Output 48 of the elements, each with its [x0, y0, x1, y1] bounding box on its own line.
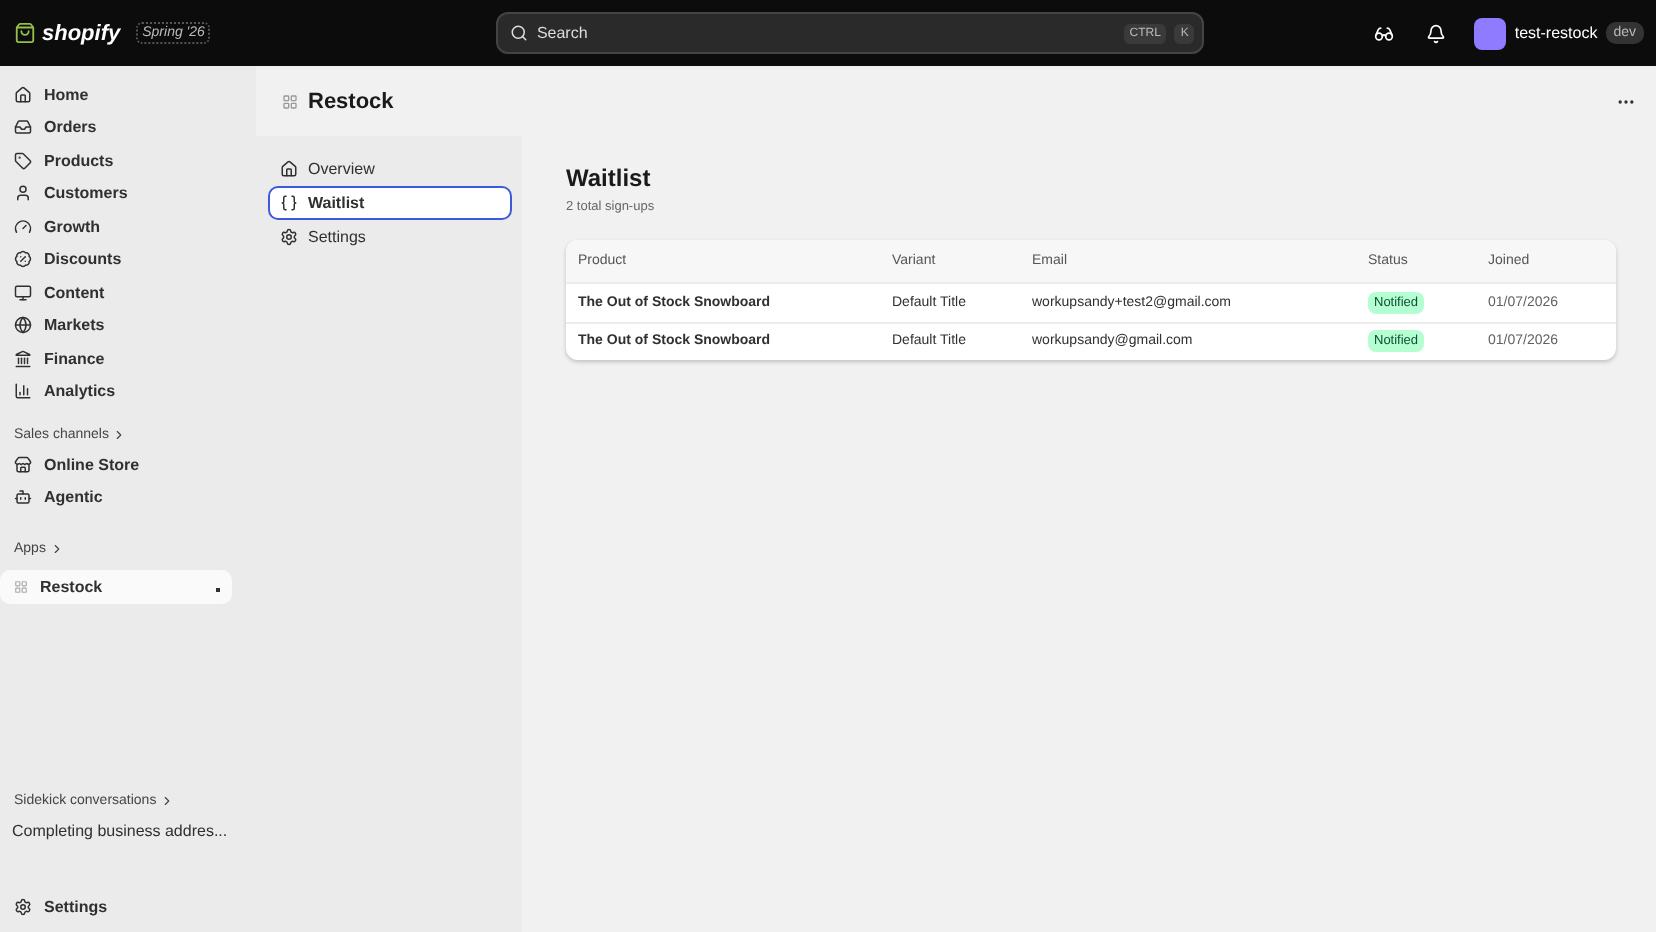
nav-item[interactable]: Discounts	[0, 243, 232, 276]
channel-icon	[14, 455, 32, 474]
nav-item[interactable]: Products	[0, 144, 232, 177]
subnav-item[interactable]: Waitlist	[268, 186, 512, 220]
nav-icon	[14, 151, 32, 170]
nav-item[interactable]: Online Store	[0, 448, 232, 481]
nav-item[interactable]: Agentic	[0, 481, 232, 514]
nav-icon	[14, 217, 32, 236]
nav-item[interactable]: Markets	[0, 309, 232, 342]
notifications-icon[interactable]	[1426, 23, 1447, 43]
logo-text: shopify	[42, 21, 121, 45]
nav-icon	[14, 349, 32, 368]
nav-item[interactable]: Restock	[0, 570, 232, 603]
chevron-icon	[112, 427, 127, 441]
app-icon	[282, 93, 298, 109]
nav-item[interactable]: Orders	[0, 111, 232, 144]
nav-item[interactable]: Home	[0, 78, 232, 111]
subnav-icon	[280, 160, 298, 178]
nav-item[interactable]: Content	[0, 276, 232, 309]
channel-icon	[14, 488, 32, 507]
subnav-icon	[280, 194, 298, 212]
nav-icon	[14, 382, 32, 401]
nav-item[interactable]: Customers	[0, 177, 232, 210]
nav-icon	[14, 118, 32, 137]
store-name[interactable]: test-restock	[1514, 24, 1598, 42]
subnav-item[interactable]: Overview	[268, 152, 512, 186]
page-title: Restock	[308, 89, 394, 113]
shopify-logo-icon	[14, 22, 36, 44]
nav-icon	[14, 283, 32, 302]
sidekick-icon[interactable]	[1374, 23, 1395, 43]
nav-icon	[14, 250, 32, 269]
conversation-item[interactable]: Completing business addres...	[0, 815, 256, 847]
nav-item[interactable]: Settings	[0, 891, 232, 924]
chevron-icon	[49, 541, 64, 555]
nav-icon	[14, 316, 32, 335]
search-icon	[510, 24, 529, 42]
nav-icon	[14, 85, 32, 104]
app-icon	[14, 579, 28, 594]
nav-item[interactable]: Finance	[0, 342, 232, 375]
subnav-icon	[280, 228, 298, 246]
nav-item[interactable]: Growth	[0, 210, 232, 243]
content-title: Waitlist	[566, 164, 653, 192]
settings-icon	[14, 898, 32, 917]
nav-icon	[14, 184, 32, 203]
subnav-item[interactable]: Settings	[268, 220, 512, 254]
search-placeholder: Search	[536, 24, 590, 42]
nav-item[interactable]: Analytics	[0, 375, 232, 408]
chevron-icon	[160, 794, 175, 808]
